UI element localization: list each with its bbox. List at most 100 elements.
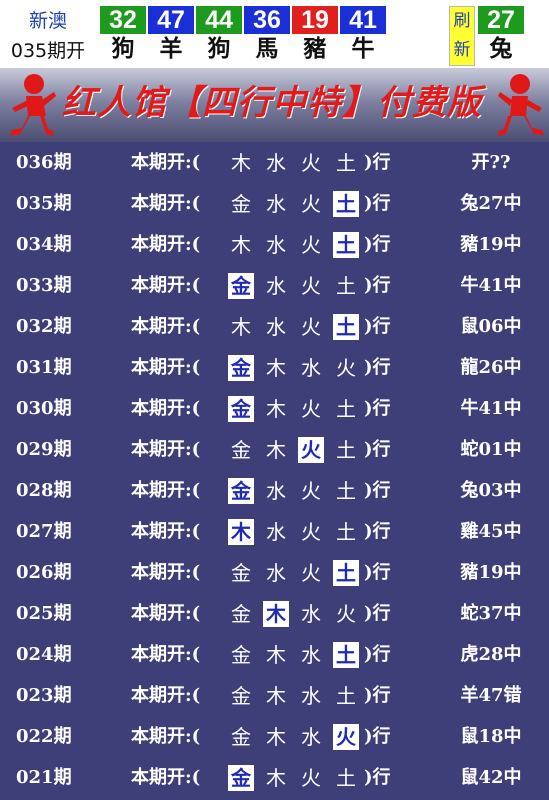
period-cell: 029期: [16, 439, 72, 460]
element: 木: [266, 356, 286, 380]
table-row: 021期 本期开:(金木火土)行 鼠42中: [0, 757, 549, 798]
refresh-button[interactable]: 刷 新: [449, 6, 475, 66]
table-row: 036期 本期开:(木水火土)行 开??: [0, 142, 549, 183]
element-highlighted: 金: [228, 396, 254, 422]
ball-number: 27: [478, 6, 524, 34]
element: 金: [231, 561, 251, 585]
close-label: )行: [364, 726, 391, 747]
draw-label: 本期开:(: [131, 193, 201, 214]
draw-label: 本期开:(: [131, 439, 201, 460]
ball-1: 32 狗: [100, 6, 146, 66]
close-label: )行: [364, 767, 391, 788]
element: 木: [266, 397, 286, 421]
period-cell: 032期: [16, 316, 72, 337]
result-cell: 鼠18中: [460, 726, 522, 747]
table-row: 030期 本期开:(金木火土)行 牛41中: [0, 388, 549, 429]
element-highlighted: 土: [333, 560, 359, 586]
ball-2: 47 羊: [148, 6, 194, 66]
result-cell: 鼠42中: [460, 767, 522, 788]
element: 木: [266, 438, 286, 462]
close-label: )行: [364, 398, 391, 419]
element: 土: [336, 766, 356, 790]
period-cell: 025期: [16, 603, 72, 624]
period-label: 035期开: [10, 40, 86, 62]
table-row: 031期 本期开:(金木水火)行 龍26中: [0, 347, 549, 388]
table-row: 024期 本期开:(金木水土)行 虎28中: [0, 634, 549, 675]
element: 水: [301, 725, 321, 749]
period-cell: 026期: [16, 562, 72, 583]
draw-label: 本期开:(: [131, 398, 201, 419]
element-highlighted: 土: [333, 642, 359, 668]
element: 土: [336, 438, 356, 462]
ball-number: 44: [196, 6, 242, 34]
result-cell: 开??: [471, 152, 511, 173]
element: 金: [231, 684, 251, 708]
close-label: )行: [364, 644, 391, 665]
table-row: 035期 本期开:(金水火土)行 兔27中: [0, 183, 549, 224]
draw-label: 本期开:(: [131, 521, 201, 542]
element: 水: [266, 561, 286, 585]
page: 新澳 035期开 32 狗 47 羊 44 狗 36 馬 19 豬 41 牛 刷…: [0, 0, 549, 800]
element: 水: [266, 479, 286, 503]
result-cell: 豬19中: [460, 562, 522, 583]
ball-4: 36 馬: [244, 6, 290, 66]
draw-label: 本期开:(: [131, 644, 201, 665]
element: 水: [266, 274, 286, 298]
close-label: )行: [364, 275, 391, 296]
period-cell: 022期: [16, 726, 72, 747]
result-cell: 豬19中: [460, 234, 522, 255]
close-label: )行: [364, 439, 391, 460]
table-row: 027期 本期开:(木水火土)行 雞45中: [0, 511, 549, 552]
result-cell: 蛇01中: [460, 439, 522, 460]
ball-zodiac: 馬: [255, 36, 279, 62]
red-figure-icon: [498, 74, 544, 136]
result-cell: 牛41中: [460, 275, 522, 296]
element: 金: [231, 602, 251, 626]
element-highlighted: 火: [333, 724, 359, 750]
table-row: 029期 本期开:(金木火土)行 蛇01中: [0, 429, 549, 470]
refresh-label-bottom: 新: [453, 40, 471, 60]
ball-zodiac: 狗: [207, 36, 231, 62]
element-highlighted: 土: [333, 314, 359, 340]
draw-label: 本期开:(: [131, 152, 201, 173]
element: 火: [336, 356, 356, 380]
table-row: 034期 本期开:(木水火土)行 豬19中: [0, 224, 549, 265]
element-highlighted: 火: [298, 437, 324, 463]
element: 木: [266, 766, 286, 790]
banner: 红人馆【四行中特】付费版: [0, 68, 549, 142]
table-row: 032期 本期开:(木水火土)行 鼠06中: [0, 306, 549, 347]
element-highlighted: 金: [228, 478, 254, 504]
table-row: 022期 本期开:(金木水火)行 鼠18中: [0, 716, 549, 757]
result-cell: 虎28中: [460, 644, 522, 665]
draw-label: 本期开:(: [131, 275, 201, 296]
period-cell: 035期: [16, 193, 72, 214]
close-label: )行: [364, 316, 391, 337]
result-cell: 兔03中: [460, 480, 522, 501]
ball-3: 44 狗: [196, 6, 242, 66]
period-cell: 034期: [16, 234, 72, 255]
draw-result-header: 新澳 035期开 32 狗 47 羊 44 狗 36 馬 19 豬 41 牛 刷…: [0, 0, 549, 68]
region-label: 新澳: [28, 10, 67, 32]
forecast-table: 036期 本期开:(木水火土)行 开?? 035期 本期开:(金水火土)行 兔27中 034…: [0, 142, 549, 800]
element: 火: [301, 233, 321, 257]
element: 水: [266, 151, 286, 175]
close-label: )行: [364, 480, 391, 501]
element: 火: [301, 151, 321, 175]
ball-zodiac: 豬: [303, 36, 327, 62]
element: 火: [336, 602, 356, 626]
period-cell: 023期: [16, 685, 72, 706]
draw-info: 新澳 035期开: [0, 0, 96, 68]
element: 木: [231, 233, 251, 257]
element: 火: [301, 397, 321, 421]
result-cell: 雞45中: [460, 521, 522, 542]
element-highlighted: 木: [228, 519, 254, 545]
element: 木: [266, 684, 286, 708]
draw-label: 本期开:(: [131, 726, 201, 747]
element-highlighted: 土: [333, 191, 359, 217]
close-label: )行: [364, 685, 391, 706]
ball-number: 41: [340, 6, 386, 34]
result-cell: 羊47错: [460, 685, 522, 706]
result-cell: 兔27中: [460, 193, 522, 214]
element: 火: [301, 192, 321, 216]
element: 土: [336, 151, 356, 175]
